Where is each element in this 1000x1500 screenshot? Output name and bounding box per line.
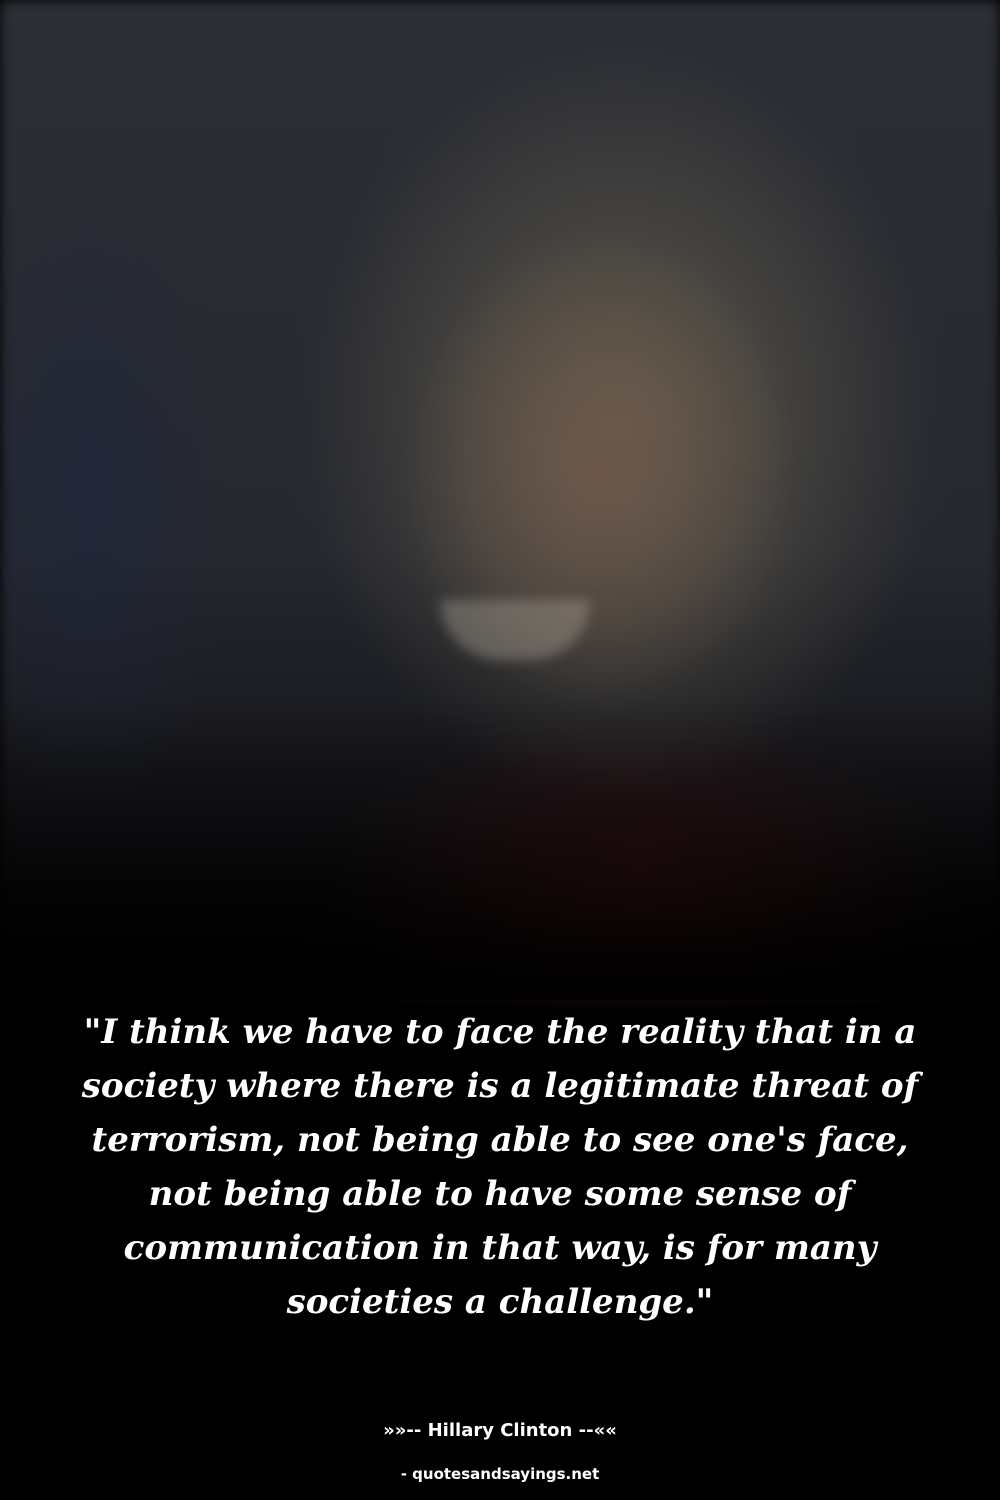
quote-text: "I think we have to face the reality tha… — [81, 1012, 919, 1322]
source-watermark: - quotesandsayings.net — [400, 1465, 600, 1483]
photo-fade — [0, 700, 1000, 1000]
quote-author: »»-- Hillary Clinton --«« — [383, 1420, 617, 1441]
quote-card: "I think we have to face the reality tha… — [0, 0, 1000, 1500]
